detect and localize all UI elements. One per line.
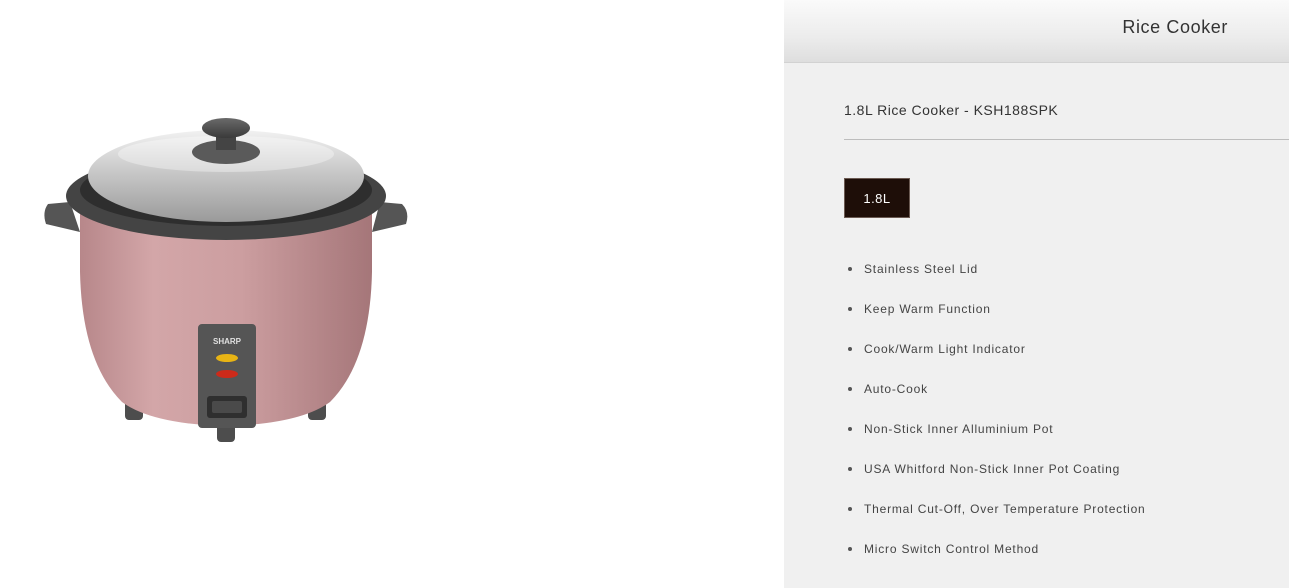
bullet-icon (848, 307, 852, 311)
feature-item: USA Whitford Non-Stick Inner Pot Coating (844, 458, 1146, 498)
product-page: SHARP Rice Cooker 1.8L Rice Cooker - KSH… (0, 0, 1289, 588)
category-title: Rice Cooker (1122, 17, 1228, 37)
divider (844, 139, 1289, 140)
feature-item: Auto-Cook (844, 378, 1146, 418)
knob-top (202, 118, 250, 138)
size-option-button[interactable]: 1.8L (844, 178, 910, 218)
feature-item: Micro Switch Control Method (844, 538, 1146, 578)
bullet-icon (848, 267, 852, 271)
feature-list: Stainless Steel Lid Keep Warm Function C… (844, 258, 1146, 578)
panel-header: Rice Cooker (784, 0, 1289, 63)
feature-text: Auto-Cook (864, 382, 928, 396)
product-image-area: SHARP (0, 0, 784, 588)
bullet-icon (848, 427, 852, 431)
feature-text: USA Whitford Non-Stick Inner Pot Coating (864, 462, 1121, 476)
feature-text: Keep Warm Function (864, 302, 991, 316)
feature-item: Keep Warm Function (844, 298, 1146, 338)
feature-text: Non-Stick Inner Alluminium Pot (864, 422, 1054, 436)
feature-item: Cook/Warm Light Indicator (844, 338, 1146, 378)
warm-indicator (216, 354, 238, 362)
feature-item: Non-Stick Inner Alluminium Pot (844, 418, 1146, 458)
product-name: 1.8L Rice Cooker - KSH188SPK (844, 102, 1059, 118)
rice-cooker-image: SHARP (44, 118, 408, 442)
brand-label: SHARP (213, 337, 242, 346)
feature-text: Cook/Warm Light Indicator (864, 342, 1026, 356)
feature-text: Micro Switch Control Method (864, 542, 1039, 556)
product-detail-panel: Rice Cooker 1.8L Rice Cooker - KSH188SPK… (784, 0, 1289, 588)
bullet-icon (848, 347, 852, 351)
bullet-icon (848, 387, 852, 391)
feature-item: Stainless Steel Lid (844, 258, 1146, 298)
feature-item: Thermal Cut-Off, Over Temperature Protec… (844, 498, 1146, 538)
feature-text: Stainless Steel Lid (864, 262, 978, 276)
bullet-icon (848, 467, 852, 471)
feature-text: Thermal Cut-Off, Over Temperature Protec… (864, 502, 1146, 516)
cook-switch-knob (212, 401, 242, 413)
bullet-icon (848, 547, 852, 551)
cook-indicator (216, 370, 238, 378)
bullet-icon (848, 507, 852, 511)
